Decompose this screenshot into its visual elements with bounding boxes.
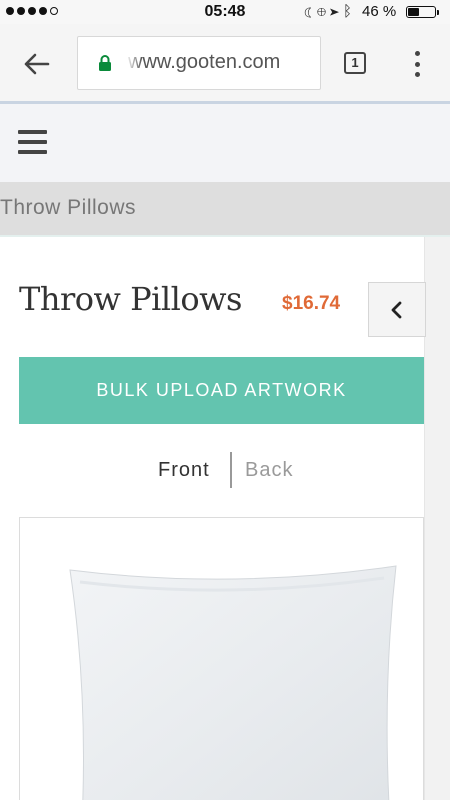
- breadcrumb-label: Throw Pillows: [0, 196, 137, 219]
- product-price: $16.74: [282, 293, 341, 314]
- hamburger-menu-icon[interactable]: [18, 130, 47, 154]
- side-panel-edge: [424, 237, 450, 800]
- product-preview: [19, 517, 424, 800]
- tab-switcher-button[interactable]: 1: [344, 52, 366, 74]
- back-arrow-icon[interactable]: [22, 50, 50, 78]
- breadcrumb: Throw Pillows: [0, 182, 450, 237]
- more-options-icon[interactable]: [413, 51, 421, 77]
- tab-front[interactable]: Front: [158, 459, 210, 482]
- moon-icon: ☾: [303, 3, 317, 20]
- tab-divider: [230, 452, 232, 488]
- side-selector: Front Back: [0, 452, 450, 488]
- address-bar[interactable]: www.gooten.com: [77, 36, 321, 90]
- pillow-image: [69, 565, 397, 800]
- bluetooth-icon: ᛒ: [342, 3, 356, 20]
- battery-icon: [406, 6, 439, 18]
- location-arrow-icon: ➤: [329, 3, 343, 20]
- battery-percent: 46 %: [362, 3, 397, 20]
- url-text: www.gooten.com: [128, 51, 281, 73]
- orientation-lock-icon: ⊕: [316, 3, 330, 20]
- tab-back[interactable]: Back: [245, 459, 293, 482]
- product-title: Throw Pillows: [19, 280, 242, 318]
- chevron-left-icon: [391, 301, 402, 319]
- collapse-panel-button[interactable]: [368, 282, 426, 337]
- site-header: [0, 104, 450, 182]
- bulk-upload-artwork-button[interactable]: BULK UPLOAD ARTWORK: [19, 357, 424, 424]
- lock-icon: [99, 55, 111, 71]
- browser-toolbar: www.gooten.com 1: [0, 24, 450, 104]
- status-bar: 05:48 ☾⊕➤ᛒ 46 %: [0, 0, 450, 24]
